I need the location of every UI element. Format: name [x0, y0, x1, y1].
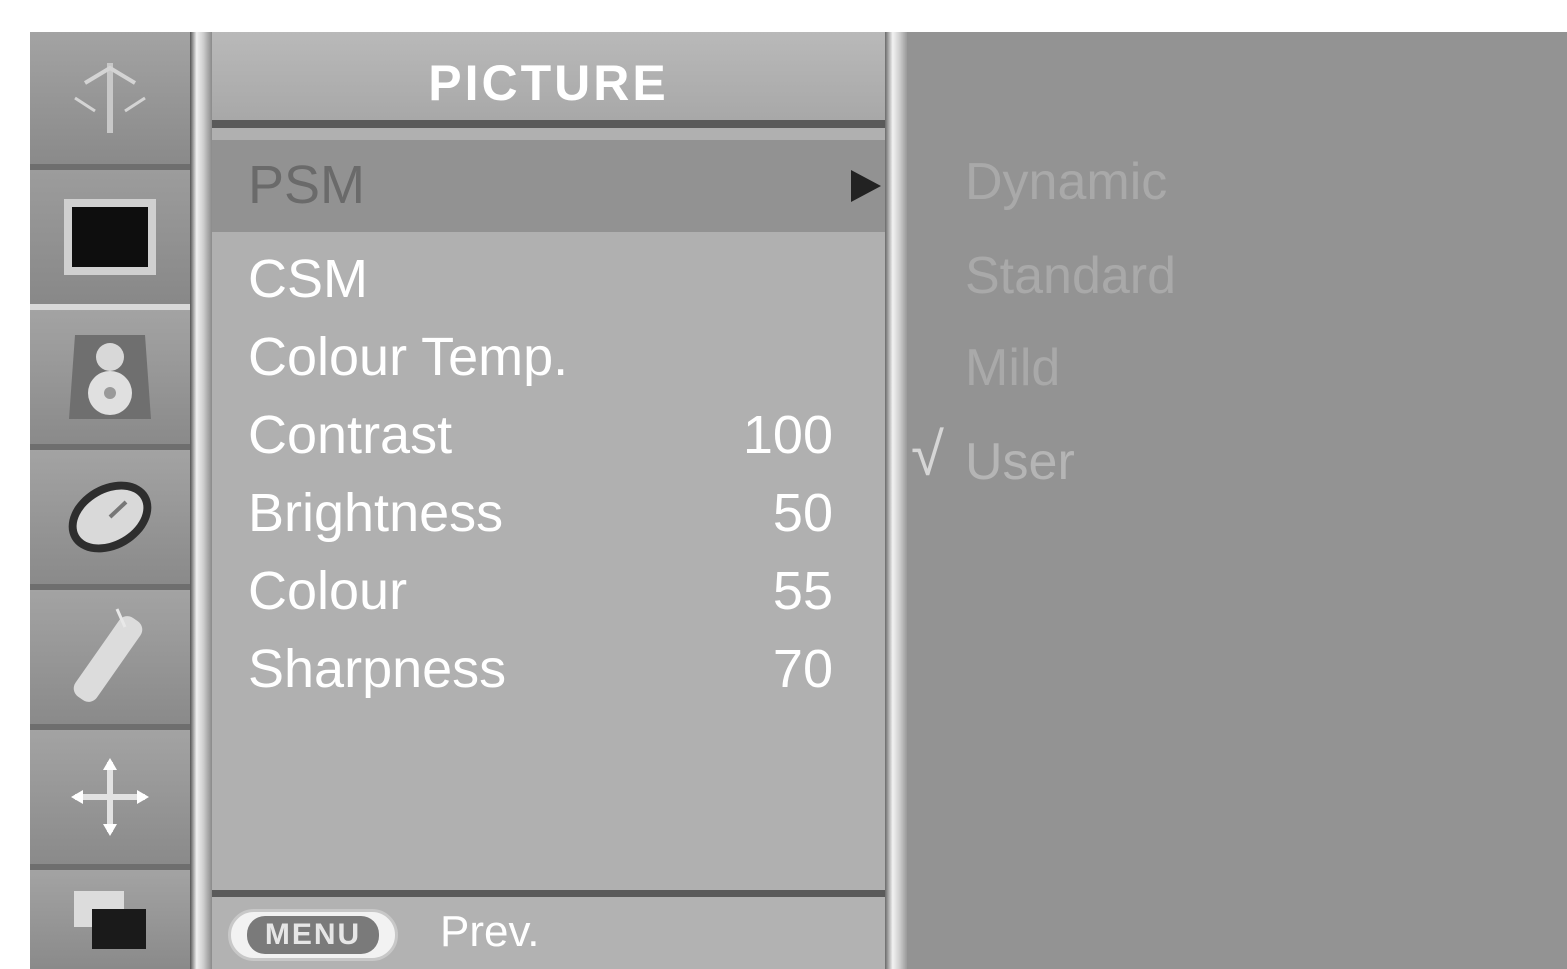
menu-item-label: CSM — [248, 249, 368, 309]
psm-submenu-panel: Dynamic Standard Mild √ User — [907, 32, 1567, 969]
time-clock-icon — [68, 481, 152, 553]
sidebar-divider — [190, 32, 212, 969]
submenu-arrow-icon — [851, 170, 881, 202]
menu-item-label: Contrast — [248, 405, 453, 465]
sidebar-item-sound[interactable] — [30, 310, 190, 450]
menu-item-brightness[interactable]: Brightness 50 — [212, 474, 885, 552]
menu-button[interactable]: MENU — [228, 909, 398, 961]
pip-windows-icon — [74, 890, 146, 949]
menu-category-sidebar — [30, 32, 190, 969]
menu-item-value: 100 — [742, 405, 833, 465]
menu-item-value: 50 — [772, 483, 833, 543]
menu-item-label: Colour — [248, 561, 408, 621]
menu-item-label: Colour Temp. — [248, 327, 569, 387]
menu-item-csm[interactable]: CSM — [212, 240, 885, 318]
menu-button-label: MENU — [246, 916, 380, 954]
sidebar-item-screen[interactable] — [30, 730, 190, 870]
prev-label: Prev. — [440, 907, 540, 956]
menu-item-colour-temp[interactable]: Colour Temp. — [212, 318, 885, 396]
sound-speaker-icon — [69, 335, 151, 419]
menu-item-value: 70 — [772, 639, 833, 699]
submenu-item-user[interactable]: User — [965, 432, 1075, 492]
submenu-divider — [885, 32, 907, 969]
picture-screen-icon — [64, 199, 156, 275]
menu-item-label: Sharpness — [248, 639, 507, 699]
sidebar-item-station[interactable] — [30, 32, 190, 170]
submenu-item-standard[interactable]: Standard — [965, 246, 1176, 306]
tv-osd-screen: PICTURE PSM CSM Colour Temp. Contrast 10… — [0, 0, 1567, 969]
submenu-item-mild[interactable]: Mild — [965, 338, 1060, 398]
special-remote-icon — [73, 608, 143, 702]
sidebar-item-time[interactable] — [30, 450, 190, 590]
menu-item-psm[interactable]: PSM — [212, 140, 885, 232]
menu-item-label: PSM — [248, 155, 366, 215]
sidebar-item-pip[interactable] — [30, 870, 190, 969]
station-antenna-icon — [74, 63, 146, 133]
menu-item-contrast[interactable]: Contrast 100 — [212, 396, 885, 474]
picture-menu-panel: PICTURE PSM CSM Colour Temp. Contrast 10… — [212, 32, 885, 969]
menu-item-colour[interactable]: Colour 55 — [212, 552, 885, 630]
menu-item-label: Brightness — [248, 483, 504, 543]
menu-item-value: 55 — [772, 561, 833, 621]
menu-item-sharpness[interactable]: Sharpness 70 — [212, 630, 885, 708]
menu-footer: MENU Prev. — [212, 890, 885, 969]
submenu-item-dynamic[interactable]: Dynamic — [965, 152, 1167, 212]
sidebar-item-special[interactable] — [30, 590, 190, 730]
sidebar-item-picture[interactable] — [30, 170, 190, 310]
menu-header: PICTURE — [212, 32, 885, 128]
screen-adjust-icon — [71, 758, 149, 836]
checkmark-icon: √ — [911, 421, 944, 488]
menu-title: PICTURE — [428, 55, 669, 111]
